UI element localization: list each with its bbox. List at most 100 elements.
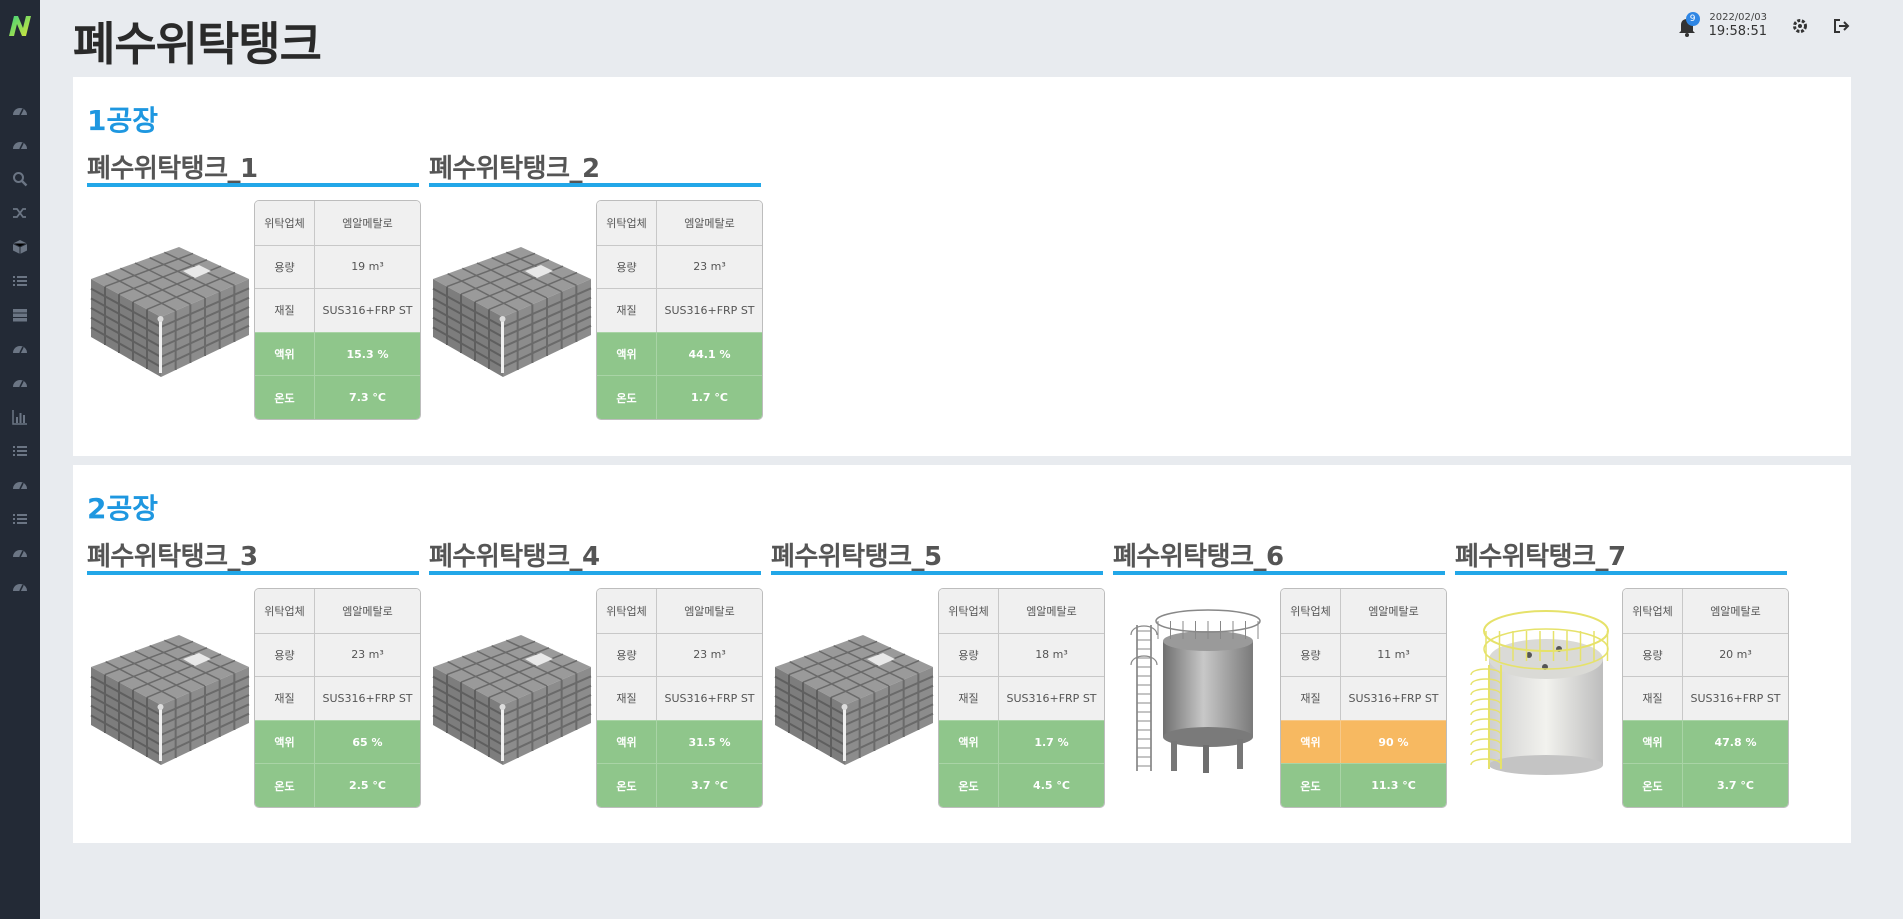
tank-body: 위탁업체 엠알메탈로 용량 19 m³ 재질 SUS316+FRP ST 액위 … bbox=[87, 187, 421, 420]
tank-card[interactable]: 폐수위탁탱크_4 위탁업체 엠알메탈로 용량 23 m³ 재질 SUS316+F… bbox=[429, 539, 763, 808]
material-row: 재질 SUS316+FRP ST bbox=[255, 288, 420, 332]
shuffle-icon[interactable] bbox=[0, 196, 40, 230]
tank-image bbox=[1455, 605, 1621, 775]
tank-info-table: 위탁업체 엠알메탈로 용량 23 m³ 재질 SUS316+FRP ST 액위 … bbox=[254, 588, 421, 808]
level-row: 액위 1.7 % bbox=[939, 719, 1104, 764]
material-row: 재질 SUS316+FRP ST bbox=[597, 676, 762, 720]
tank-image bbox=[1113, 605, 1279, 775]
cube-icon[interactable] bbox=[0, 230, 40, 264]
dashboard-icon[interactable] bbox=[0, 366, 40, 400]
tank-card[interactable]: 폐수위탁탱크_7 위탁업체 엠알메탈로 용량 20 m³ 재질 SUS316+F… bbox=[1455, 539, 1789, 808]
temperature-row: 온도 11.3 °C bbox=[1281, 763, 1446, 807]
level-value: 31.5 % bbox=[688, 735, 731, 749]
tank-card[interactable]: 폐수위탁탱크_2 위탁업체 엠알메탈로 용량 23 m³ 재질 SUS316+F… bbox=[429, 151, 763, 420]
material-label: 재질 bbox=[939, 677, 999, 720]
tank-info-table: 위탁업체 엠알메탈로 용량 18 m³ 재질 SUS316+FRP ST 액위 … bbox=[938, 588, 1105, 808]
tank-body: 위탁업체 엠알메탈로 용량 20 m³ 재질 SUS316+FRP ST 액위 … bbox=[1455, 575, 1789, 808]
server-icon[interactable] bbox=[0, 298, 40, 332]
factory-panel-1: 1공장 폐수위탁탱크_1 위탁업체 엠알메탈로 용량 19 m³ 재질 SUS3… bbox=[73, 77, 1851, 456]
dashboard-icon[interactable] bbox=[0, 128, 40, 162]
company-value: 엠알메탈로 bbox=[342, 604, 393, 618]
notification-bell-icon[interactable]: 9 bbox=[1677, 11, 1700, 37]
capacity-row: 용량 23 m³ bbox=[255, 632, 420, 677]
temperature-value: 1.7 °C bbox=[691, 391, 728, 405]
level-row: 액위 44.1 % bbox=[597, 331, 762, 376]
temperature-label: 온도 bbox=[255, 764, 315, 807]
company-value: 엠알메탈로 bbox=[684, 604, 735, 618]
level-value: 47.8 % bbox=[1714, 735, 1757, 749]
material-value: SUS316+FRP ST bbox=[322, 303, 413, 317]
level-label: 액위 bbox=[597, 720, 657, 764]
company-label: 위탁업체 bbox=[597, 589, 657, 633]
level-row: 액위 90 % bbox=[1281, 719, 1446, 764]
app-logo[interactable] bbox=[7, 14, 33, 38]
gear-icon[interactable] bbox=[1791, 17, 1809, 35]
capacity-row: 용량 20 m³ bbox=[1623, 632, 1788, 677]
factory-panel-2: 2공장 폐수위탁탱크_3 위탁업체 엠알메탈로 용량 23 m³ 재질 SUS3… bbox=[73, 465, 1851, 843]
bar-chart-icon[interactable] bbox=[0, 400, 40, 434]
company-value: 엠알메탈로 bbox=[1368, 604, 1419, 618]
tank-card[interactable]: 폐수위탁탱크_3 위탁업체 엠알메탈로 용량 23 m³ 재질 SUS316+F… bbox=[87, 539, 421, 808]
tank-image bbox=[87, 217, 253, 387]
tank-info-table: 위탁업체 엠알메탈로 용량 23 m³ 재질 SUS316+FRP ST 액위 … bbox=[596, 200, 763, 420]
tank-card[interactable]: 폐수위탁탱크_6 위탁업체 엠알메탈로 용량 11 m³ 재질 SUS316+F… bbox=[1113, 539, 1447, 808]
level-row: 액위 65 % bbox=[255, 719, 420, 764]
capacity-value: 23 m³ bbox=[693, 260, 726, 274]
temperature-row: 온도 2.5 °C bbox=[255, 763, 420, 807]
capacity-label: 용량 bbox=[255, 633, 315, 677]
company-row: 위탁업체 엠알메탈로 bbox=[1623, 589, 1788, 633]
dashboard-icon[interactable] bbox=[0, 536, 40, 570]
capacity-value: 23 m³ bbox=[351, 648, 384, 662]
level-label: 액위 bbox=[255, 332, 315, 376]
company-row: 위탁업체 엠알메탈로 bbox=[1281, 589, 1446, 633]
material-label: 재질 bbox=[255, 677, 315, 720]
level-row: 액위 15.3 % bbox=[255, 331, 420, 376]
current-time: 19:58:51 bbox=[1708, 24, 1767, 39]
temperature-value: 3.7 °C bbox=[1717, 779, 1754, 793]
current-date: 2022/02/03 bbox=[1709, 12, 1767, 23]
list-icon[interactable] bbox=[0, 434, 40, 468]
tank-info-table: 위탁업체 엠알메탈로 용량 20 m³ 재질 SUS316+FRP ST 액위 … bbox=[1622, 588, 1789, 808]
company-row: 위탁업체 엠알메탈로 bbox=[939, 589, 1104, 633]
material-value: SUS316+FRP ST bbox=[664, 303, 755, 317]
tank-title: 폐수위탁탱크_6 bbox=[1113, 539, 1445, 575]
tank-card[interactable]: 폐수위탁탱크_1 위탁업체 엠알메탈로 용량 19 m³ 재질 SUS316+F… bbox=[87, 151, 421, 420]
level-value: 90 % bbox=[1378, 735, 1409, 749]
level-value: 1.7 % bbox=[1034, 735, 1069, 749]
notification-count-badge: 9 bbox=[1685, 11, 1700, 26]
capacity-row: 용량 19 m³ bbox=[255, 244, 420, 289]
search-icon[interactable] bbox=[0, 162, 40, 196]
capacity-value: 19 m³ bbox=[351, 260, 384, 274]
tank-image bbox=[87, 605, 253, 775]
company-value: 엠알메탈로 bbox=[1710, 604, 1761, 618]
tank-image bbox=[429, 605, 595, 775]
sidebar bbox=[0, 0, 40, 919]
material-row: 재질 SUS316+FRP ST bbox=[597, 288, 762, 332]
material-row: 재질 SUS316+FRP ST bbox=[1623, 676, 1788, 720]
level-label: 액위 bbox=[1281, 720, 1341, 764]
list-icon[interactable] bbox=[0, 264, 40, 298]
capacity-label: 용량 bbox=[1281, 633, 1341, 677]
dashboard-icon[interactable] bbox=[0, 332, 40, 366]
tank-title: 폐수위탁탱크_1 bbox=[87, 151, 419, 187]
material-value: SUS316+FRP ST bbox=[664, 691, 755, 705]
temperature-value: 4.5 °C bbox=[1033, 779, 1070, 793]
tank-body: 위탁업체 엠알메탈로 용량 23 m³ 재질 SUS316+FRP ST 액위 … bbox=[429, 575, 763, 808]
level-value: 15.3 % bbox=[346, 347, 389, 361]
capacity-value: 23 m³ bbox=[693, 648, 726, 662]
tank-title: 폐수위탁탱크_3 bbox=[87, 539, 419, 575]
company-value: 엠알메탈로 bbox=[684, 216, 735, 230]
tank-card[interactable]: 폐수위탁탱크_5 위탁업체 엠알메탈로 용량 18 m³ 재질 SUS316+F… bbox=[771, 539, 1105, 808]
list-icon[interactable] bbox=[0, 502, 40, 536]
company-row: 위탁업체 엠알메탈로 bbox=[597, 589, 762, 633]
material-value: SUS316+FRP ST bbox=[1006, 691, 1097, 705]
temperature-value: 2.5 °C bbox=[349, 779, 386, 793]
material-value: SUS316+FRP ST bbox=[1348, 691, 1439, 705]
dashboard-icon[interactable] bbox=[0, 570, 40, 604]
dashboard-icon[interactable] bbox=[0, 94, 40, 128]
capacity-value: 20 m³ bbox=[1719, 648, 1752, 662]
material-value: SUS316+FRP ST bbox=[322, 691, 413, 705]
level-value: 44.1 % bbox=[688, 347, 731, 361]
dashboard-icon[interactable] bbox=[0, 468, 40, 502]
logout-icon[interactable] bbox=[1833, 17, 1851, 35]
